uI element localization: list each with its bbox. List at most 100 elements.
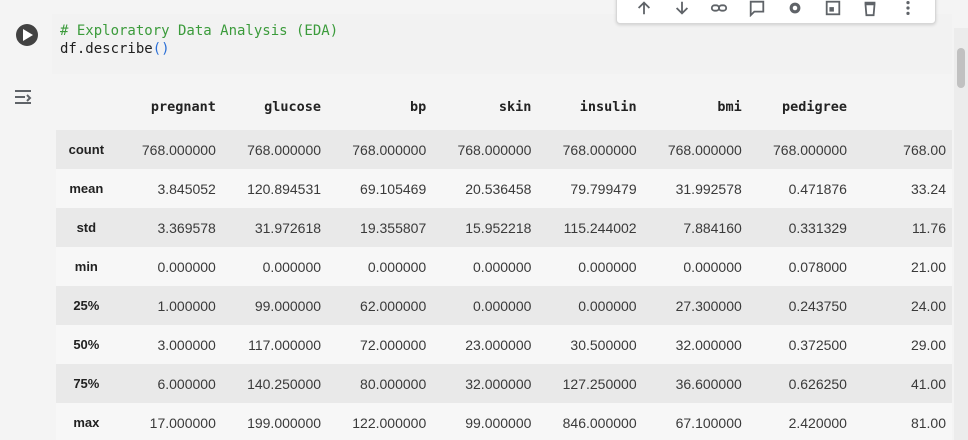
- table-row: 25% 1.000000 99.000000 62.000000 0.000000 0.0…: [56, 286, 952, 325]
- table-cell: 32.000000: [465, 375, 532, 392]
- table-cell: 15.952218: [465, 219, 532, 236]
- table-cell: 768.000000: [457, 141, 532, 158]
- table-cell: 768.000000: [352, 141, 427, 158]
- play-icon: [23, 29, 33, 41]
- table-cell: 81.00: [910, 414, 946, 431]
- table-cell: 79.799479: [570, 180, 637, 197]
- table-row: std 3.369578 31.972618 19.355807 15.952218 11…: [56, 208, 952, 247]
- table-cell: 20.536458: [465, 180, 532, 197]
- index-header: [56, 84, 117, 130]
- code-identifier: df.describe: [60, 41, 153, 57]
- table-cell: 24.00: [910, 297, 946, 314]
- settings-gear-icon[interactable]: [783, 0, 807, 19]
- table-row: min 0.000000 0.000000 0.000000 0.000000 0.000…: [56, 247, 952, 286]
- table-cell: 41.00: [910, 375, 946, 392]
- table-cell: 0.000000: [157, 258, 216, 275]
- table-cell: 17.000000: [149, 414, 216, 431]
- table-cell: 29.00: [910, 336, 946, 353]
- scrollbar-track[interactable]: [954, 28, 968, 440]
- table-cell: 7.884160: [683, 219, 742, 236]
- output-toggle-icon[interactable]: [12, 86, 34, 108]
- table-cell: 69.105469: [360, 180, 427, 197]
- table-header-row: pregnant glucose bp skin insulin bmi ped…: [56, 84, 952, 130]
- move-up-icon[interactable]: [632, 0, 656, 19]
- table-cell: 127.250000: [562, 375, 637, 392]
- row-label: min: [74, 259, 98, 274]
- cell-toolbar: [616, 0, 936, 24]
- notebook-page: # Exploratory Data Analysis (EDA) df.des…: [0, 0, 968, 440]
- table-cell: 0.000000: [578, 297, 637, 314]
- table-cell: 768.000000: [247, 141, 322, 158]
- table-cell: 3.845052: [157, 180, 216, 197]
- table-cell: 99.000000: [254, 297, 322, 314]
- table-cell: 31.972618: [254, 219, 322, 236]
- row-label: 25%: [73, 298, 100, 313]
- row-label: mean: [69, 181, 104, 196]
- table-cell: 0.331329: [788, 219, 847, 236]
- row-label: 75%: [73, 376, 100, 391]
- run-cell-button[interactable]: [16, 24, 38, 46]
- mirror-cell-icon[interactable]: [821, 0, 845, 19]
- table-cell: 768.000000: [773, 141, 847, 158]
- table-cell: 36.600000: [675, 375, 742, 392]
- table-cell: 0.000000: [683, 258, 742, 275]
- table-cell: 0.078000: [788, 258, 847, 275]
- table-cell: 199.000000: [247, 414, 322, 431]
- column-header: pedigree: [781, 99, 847, 115]
- table-cell: 99.000000: [465, 414, 532, 431]
- table-cell: 30.500000: [570, 336, 637, 353]
- column-header-cut: [853, 84, 952, 130]
- table-cell: 115.244002: [563, 219, 637, 236]
- table-cell: 0.000000: [473, 297, 532, 314]
- table-cell: 19.355807: [360, 219, 427, 236]
- table-cell: 768.00: [903, 141, 946, 158]
- table-cell: 0.372500: [788, 336, 847, 353]
- code-parens: (): [152, 41, 170, 57]
- table-cell: 0.000000: [367, 258, 427, 275]
- table-cell: 120.894531: [247, 180, 322, 197]
- comment-icon[interactable]: [745, 0, 769, 19]
- table-cell: 3.369578: [157, 219, 216, 236]
- table-row: max 17.000000 199.000000 122.000000 99.00000…: [56, 403, 952, 440]
- table-cell: 3.000000: [157, 336, 216, 353]
- table-cell: 122.000000: [352, 414, 427, 431]
- table-cell: 846.000000: [562, 414, 637, 431]
- table-cell: 67.100000: [675, 414, 742, 431]
- table-cell: 0.000000: [262, 258, 322, 275]
- table-row: 75% 6.000000 140.250000 80.000000 32.000000 1…: [56, 364, 952, 403]
- column-header: insulin: [579, 99, 637, 115]
- table-cell: 768.000000: [667, 141, 742, 158]
- column-header: bmi: [717, 99, 742, 115]
- column-header: glucose: [264, 99, 322, 115]
- table-cell: 27.300000: [675, 297, 742, 314]
- row-label: max: [73, 415, 100, 430]
- table-cell: 11.76: [912, 219, 946, 236]
- table-cell: 21.00: [910, 258, 946, 275]
- delete-icon[interactable]: [858, 0, 882, 19]
- column-header: pregnant: [150, 99, 216, 115]
- table-row: count 768.000000 768.000000 768.000000 768.0…: [56, 130, 952, 169]
- table-cell: 0.626250: [788, 375, 847, 392]
- table-cell: 80.000000: [360, 375, 427, 392]
- code-statement: df.describe(): [60, 40, 952, 58]
- table-cell: 32.000000: [675, 336, 742, 353]
- more-vert-icon[interactable]: [896, 0, 920, 19]
- table-cell: 72.000000: [360, 336, 427, 353]
- table-cell: 768.000000: [141, 141, 216, 158]
- table-cell: 0.000000: [578, 258, 637, 275]
- table-cell: 6.000000: [157, 375, 216, 392]
- table-cell: 140.250000: [247, 375, 322, 392]
- move-down-icon[interactable]: [670, 0, 694, 19]
- row-label: 50%: [73, 337, 100, 352]
- scrollbar-thumb[interactable]: [957, 48, 965, 88]
- link-icon[interactable]: [707, 0, 731, 19]
- table-row: mean 3.845052 120.894531 69.105469 20.536458…: [56, 169, 952, 208]
- column-header: bp: [409, 99, 427, 115]
- table-cell: 768.000000: [562, 141, 637, 158]
- code-comment: # Exploratory Data Analysis (EDA): [60, 23, 339, 39]
- row-label: count: [68, 142, 105, 157]
- table-cell: 31.992578: [675, 180, 742, 197]
- table-row: 50% 3.000000 117.000000 72.000000 23.000000 3…: [56, 325, 952, 364]
- table-cell: 62.000000: [360, 297, 427, 314]
- row-label: std: [76, 220, 97, 235]
